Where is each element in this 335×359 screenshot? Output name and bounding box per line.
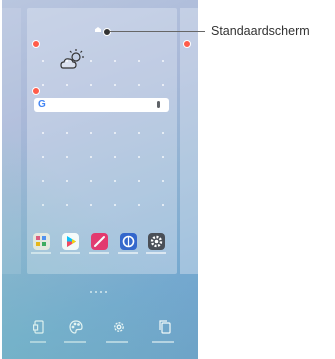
- grid-dot: [162, 204, 164, 206]
- grid-dot: [42, 60, 44, 62]
- bottom-label: [30, 341, 46, 343]
- default-screen-label: Standaardscherm: [211, 24, 310, 38]
- grid-dot: [114, 60, 116, 62]
- grid-dot: [138, 84, 140, 86]
- search-bar-widget[interactable]: G: [34, 98, 169, 112]
- grid-dot: [162, 60, 164, 62]
- pen-app-icon[interactable]: [91, 233, 108, 250]
- apps-page-icon[interactable]: [158, 320, 172, 334]
- app-label: [146, 252, 166, 254]
- grid-dot: [114, 204, 116, 206]
- callout-line: [110, 31, 205, 32]
- previous-page-preview[interactable]: [2, 8, 21, 274]
- settings-icon[interactable]: [112, 320, 126, 334]
- grid-dot: [138, 156, 140, 158]
- page-indicator: [90, 291, 107, 293]
- phone-screen: G: [2, 0, 198, 359]
- grid-dot: [138, 132, 140, 134]
- grid-dot: [138, 180, 140, 182]
- wallpaper-icon[interactable]: [32, 320, 46, 334]
- app-label: [89, 252, 109, 254]
- grid-dot: [42, 180, 44, 182]
- bottom-label: [152, 341, 174, 343]
- grid-dot: [114, 156, 116, 158]
- grid-dot: [114, 84, 116, 86]
- play-store-icon[interactable]: [62, 233, 79, 250]
- app-label: [118, 252, 138, 254]
- grid-dot: [66, 156, 68, 158]
- grid-dot: [162, 180, 164, 182]
- grid-dot: [138, 60, 140, 62]
- grid-dot: [66, 180, 68, 182]
- settings-app-icon[interactable]: [148, 233, 165, 250]
- grid-dot: [90, 180, 92, 182]
- grid-dot: [66, 204, 68, 206]
- grid-dot: [162, 156, 164, 158]
- themes-icon[interactable]: [69, 320, 83, 334]
- side-page-handle[interactable]: [183, 40, 191, 48]
- grid-dot: [90, 60, 92, 62]
- bottom-label: [64, 341, 86, 343]
- grid-dot: [90, 84, 92, 86]
- page-handle-middle[interactable]: [32, 87, 40, 95]
- grid-dot: [66, 84, 68, 86]
- callout-marker: [103, 28, 111, 36]
- bottom-label: [106, 341, 128, 343]
- next-page-preview[interactable]: [180, 8, 198, 274]
- app-label: [60, 252, 80, 254]
- compass-app-icon[interactable]: [120, 233, 137, 250]
- app-label: [31, 252, 51, 254]
- grid-dot: [42, 156, 44, 158]
- grid-dot: [90, 132, 92, 134]
- page-handle-top[interactable]: [32, 40, 40, 48]
- grid-dot: [42, 132, 44, 134]
- partly-sunny-cloud-icon[interactable]: [60, 48, 86, 72]
- grid-dot: [90, 204, 92, 206]
- mic-icon[interactable]: [157, 101, 160, 108]
- grid-dot: [66, 132, 68, 134]
- folder-icon[interactable]: [33, 233, 50, 250]
- grid-dot: [42, 84, 44, 86]
- grid-dot: [162, 132, 164, 134]
- grid-dot: [114, 132, 116, 134]
- google-logo: G: [38, 99, 46, 110]
- grid-dot: [162, 84, 164, 86]
- grid-dot: [90, 156, 92, 158]
- grid-dot: [114, 180, 116, 182]
- grid-dot: [42, 204, 44, 206]
- grid-dot: [138, 204, 140, 206]
